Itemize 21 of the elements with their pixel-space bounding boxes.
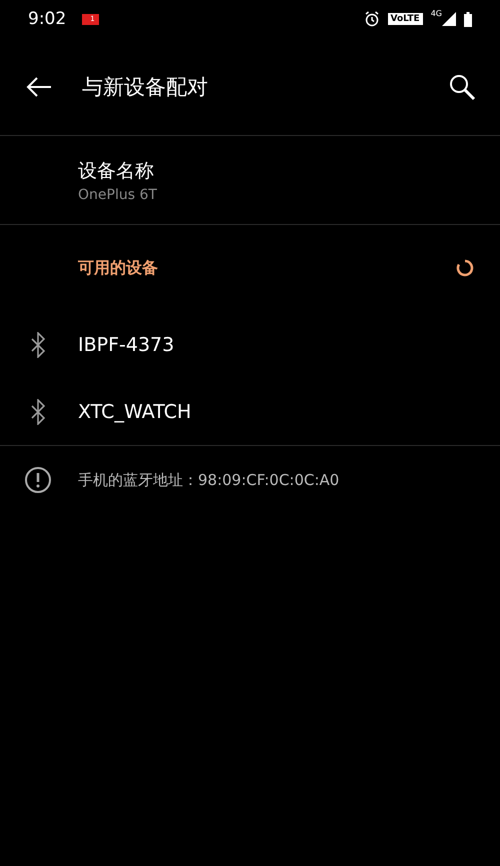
device-name-value: OnePlus 6T bbox=[78, 186, 158, 202]
back-arrow-icon bbox=[26, 76, 52, 96]
device-name-label: 设备名称 bbox=[78, 158, 155, 184]
device-item[interactable]: XTC_WATCH bbox=[0, 378, 500, 445]
device-item[interactable]: IBPF-4373 bbox=[0, 311, 500, 378]
battery-icon bbox=[464, 12, 472, 26]
network-type: 4G bbox=[430, 9, 442, 18]
device-name-item[interactable]: 设备名称 OnePlus 6T bbox=[0, 136, 500, 224]
status-time: 9:02 bbox=[28, 9, 66, 29]
bluetooth-icon bbox=[30, 398, 46, 424]
signal-icon bbox=[442, 12, 456, 26]
info-icon bbox=[24, 466, 52, 494]
search-icon bbox=[448, 72, 476, 100]
device-name: XTC_WATCH bbox=[78, 400, 192, 422]
bluetooth-address-text: 手机的蓝牙地址：98:09:CF:0C:0C:A0 bbox=[78, 470, 340, 490]
section-title: 可用的设备 bbox=[78, 258, 158, 278]
bluetooth-icon bbox=[30, 332, 46, 358]
alarm-clock-icon bbox=[364, 11, 380, 27]
volte-badge: VoLTE bbox=[388, 13, 423, 25]
page-title: 与新设备配对 bbox=[82, 74, 208, 100]
device-name: IBPF-4373 bbox=[78, 334, 174, 356]
